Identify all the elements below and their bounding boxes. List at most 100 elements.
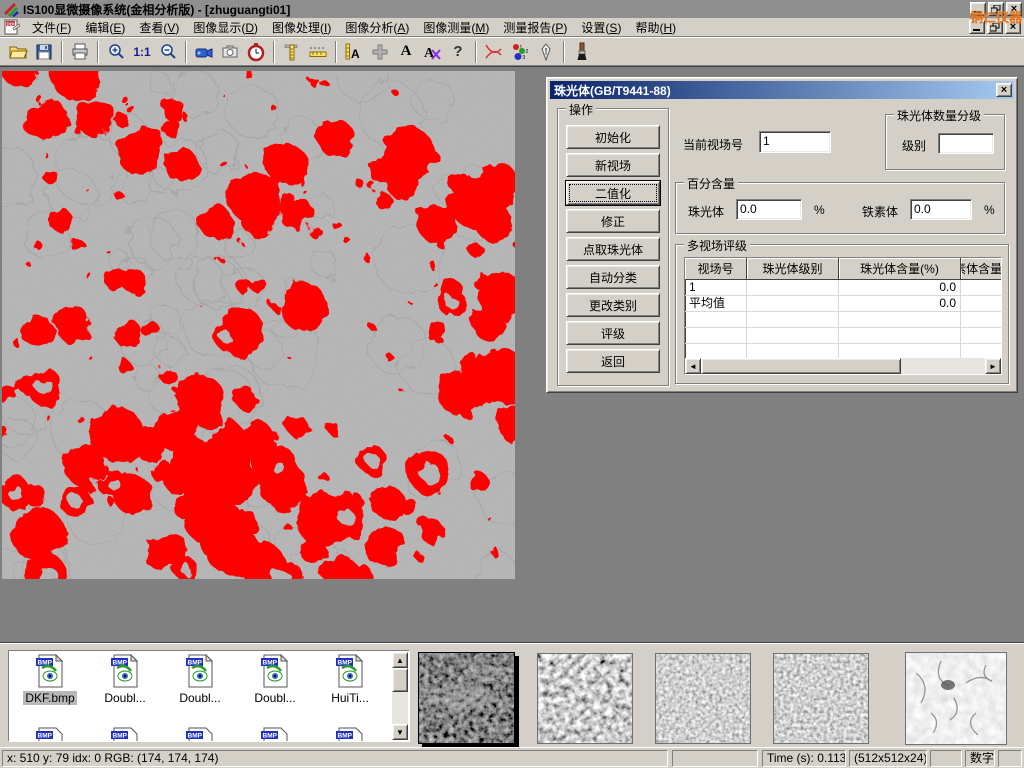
child-close-icon[interactable]: ×	[1005, 20, 1021, 34]
text-delete-button[interactable]: A	[419, 39, 445, 64]
scroll-left-icon[interactable]: ◄	[685, 358, 701, 374]
video-capture-button[interactable]	[191, 39, 217, 64]
menu-edit[interactable]: 编辑(E)	[78, 17, 132, 38]
bmp-file-icon: BMP	[185, 654, 215, 688]
ferrite-input[interactable]: 0.0	[910, 199, 972, 220]
rate-button[interactable]: 评级	[566, 321, 660, 345]
percent-group: 百分含量 珠光体 0.0 % 铁素体 0.0 %	[675, 182, 1005, 234]
bmp-file-icon: BMP	[110, 727, 140, 742]
pearlite-input[interactable]: 0.0	[736, 199, 802, 220]
pick-pearlite-button[interactable]: 点取珠光体	[566, 237, 660, 261]
dialog-title-bar[interactable]: 珠光体(GB/T9441-88) ×	[550, 81, 1014, 99]
operations-group-title: 操作	[566, 101, 596, 118]
file-item[interactable]: BMP DKF.bmp	[13, 654, 87, 708]
menu-help[interactable]: 帮助(H)	[628, 17, 683, 38]
percent-group-title: 百分含量	[684, 175, 738, 192]
file-item[interactable]: BMP	[13, 727, 87, 742]
curve-measure-button[interactable]	[481, 39, 507, 64]
count-points-button[interactable]: 1 2 3	[507, 39, 533, 64]
child-minimize-icon[interactable]	[969, 20, 985, 34]
save-button[interactable]	[31, 39, 57, 64]
file-item[interactable]: BMP	[238, 727, 312, 742]
status-panel-empty	[998, 750, 1022, 767]
current-field-input[interactable]: 1	[759, 131, 831, 153]
rating-table[interactable]: 视场号 珠光体级别 珠光体含量(%) 铁素体含量(%) 1 0.0 平均值 0.…	[684, 257, 1002, 375]
binarize-button[interactable]: 二值化	[566, 181, 660, 205]
caliper-label-button[interactable]: A	[341, 39, 367, 64]
thumbnail-3[interactable]	[655, 653, 751, 744]
file-item[interactable]: BMP Doubl...	[238, 654, 312, 708]
file-name: DKF.bmp	[23, 691, 76, 705]
initialize-button[interactable]: 初始化	[566, 125, 660, 149]
scroll-down-icon[interactable]: ▼	[392, 724, 408, 740]
table-row[interactable]: 1 0.0	[685, 280, 1001, 296]
current-field-label: 当前视场号	[683, 136, 743, 153]
status-bar: x: 510 y: 79 idx: 0 RGB: (174, 174, 174)…	[0, 747, 1024, 768]
print-button[interactable]	[67, 39, 93, 64]
thumbnail-4[interactable]	[773, 653, 869, 744]
child-restore-icon[interactable]	[987, 20, 1003, 34]
file-name: HuiTi...	[329, 691, 371, 705]
close-icon[interactable]: ×	[1006, 2, 1022, 16]
ferrite-unit: %	[984, 203, 995, 217]
table-hscrollbar[interactable]: ◄ ►	[685, 358, 1001, 374]
scroll-right-icon[interactable]: ►	[985, 358, 1001, 374]
col-ferrite-content: 铁素体含量(%)	[961, 258, 1002, 280]
file-item[interactable]: BMP	[163, 727, 237, 742]
actual-size-button[interactable]: 1:1	[129, 39, 155, 64]
timer-button[interactable]	[243, 39, 269, 64]
restore-icon[interactable]	[988, 2, 1004, 16]
move-cross-button[interactable]	[367, 39, 393, 64]
bmp-file-icon: BMP	[185, 727, 215, 742]
svg-text:BMP: BMP	[113, 733, 128, 740]
open-file-button[interactable]	[5, 39, 31, 64]
bmp-file-icon: BMP	[335, 727, 365, 742]
ruler-horizontal-button[interactable]	[305, 39, 331, 64]
grade-level-input[interactable]	[938, 133, 994, 154]
file-list[interactable]: BMP DKF.bmp BMP Doubl...	[8, 650, 410, 742]
new-field-button[interactable]: 新视场	[566, 153, 660, 177]
auto-classify-button[interactable]: 自动分类	[566, 265, 660, 289]
caliper-vertical-button[interactable]	[279, 39, 305, 64]
file-item[interactable]: BMP	[313, 727, 387, 742]
menu-image-measure[interactable]: 图像测量(M)	[416, 17, 496, 38]
brush-paint-button[interactable]	[569, 39, 595, 64]
return-button[interactable]: 返回	[566, 349, 660, 373]
menu-settings[interactable]: 设置(S)	[574, 17, 628, 38]
minimize-icon[interactable]	[970, 2, 986, 16]
help-button[interactable]: ?	[445, 39, 471, 64]
toolbar-separator	[61, 41, 63, 63]
menu-image-analysis[interactable]: 图像分析(A)	[338, 17, 416, 38]
change-class-button[interactable]: 更改类别	[566, 293, 660, 317]
file-item[interactable]: BMP	[88, 727, 162, 742]
correct-button[interactable]: 修正	[566, 209, 660, 233]
status-panel-empty	[672, 750, 758, 767]
thumbnail-2[interactable]	[537, 653, 633, 744]
text-annotate-button[interactable]: A	[393, 39, 419, 64]
file-item[interactable]: BMP Doubl...	[163, 654, 237, 708]
file-list-scrollbar[interactable]: ▲ ▼	[392, 652, 408, 740]
cell-grade	[747, 280, 839, 295]
menu-view[interactable]: 查看(V)	[132, 17, 186, 38]
hscroll-thumb[interactable]	[701, 358, 901, 374]
pen-draw-button[interactable]	[533, 39, 559, 64]
file-item[interactable]: BMP Doubl...	[88, 654, 162, 708]
menu-report[interactable]: 测量报告(P)	[496, 17, 574, 38]
table-row[interactable]: 平均值 0.0	[685, 296, 1001, 312]
thumbnail-5[interactable]	[905, 652, 1007, 745]
thumbnail-1[interactable]	[418, 652, 515, 744]
file-item[interactable]: BMP HuiTi...	[313, 654, 387, 708]
dialog-close-icon[interactable]: ×	[996, 83, 1012, 97]
zoom-out-button[interactable]	[155, 39, 181, 64]
scroll-up-icon[interactable]: ▲	[392, 652, 408, 668]
workspace: 珠光体(GB/T9441-88) × 操作 初始化 新视场 二值化 修正 点取珠…	[0, 66, 1024, 643]
menu-image-display[interactable]: 图像显示(D)	[186, 17, 265, 38]
snapshot-button[interactable]	[217, 39, 243, 64]
grade-group: 珠光体数量分级 级别	[885, 114, 1005, 170]
menu-image-processing[interactable]: 图像处理(I)	[265, 17, 338, 38]
micrograph-image[interactable]	[2, 71, 515, 579]
menu-file[interactable]: 文件(F)	[25, 17, 78, 38]
zoom-in-button[interactable]	[103, 39, 129, 64]
vscroll-thumb[interactable]	[392, 668, 408, 692]
toolbar-separator	[335, 41, 337, 63]
